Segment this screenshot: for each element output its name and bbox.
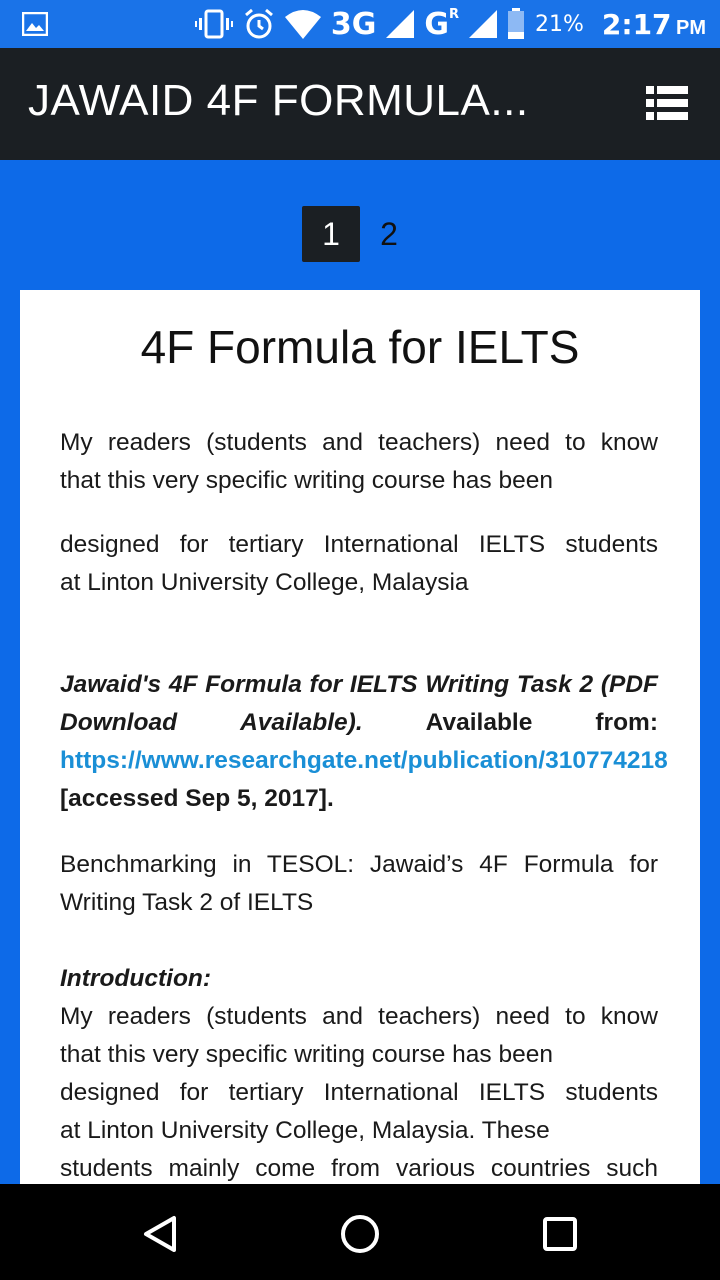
page-1-button[interactable]: 1 [302, 206, 360, 262]
signal-icon [386, 10, 415, 38]
clock-ampm: PM [676, 16, 706, 39]
signal-icon-2 [468, 10, 497, 38]
introduction-line-5: students mainly come from various countr… [60, 1155, 658, 1182]
battery-icon [507, 8, 524, 39]
citation-title-line-1: Jawaid's 4F Formula for IELTS Writing Ta… [60, 671, 658, 698]
status-bar: 3G GR 21% 2:17 PM [0, 0, 720, 48]
alarm-icon [244, 8, 273, 39]
network-3g-label: 3G [330, 6, 377, 42]
back-icon[interactable] [138, 1212, 182, 1256]
citation-accessed: [accessed Sep 5, 2017]. [60, 785, 334, 812]
paragraph-3: Benchmarking in TESOL: Jawaid’s 4F Formu… [60, 846, 658, 922]
introduction-section: Introduction: My readers (students and t… [60, 960, 658, 1188]
introduction-line-2: that this very specific writing course h… [60, 1041, 553, 1068]
home-icon[interactable] [338, 1212, 382, 1256]
introduction-heading: Introduction: [60, 965, 212, 992]
app-bar: JAWAID 4F FORMULA... [0, 48, 720, 160]
roaming-label: R [448, 6, 459, 22]
gallery-notification-icon [22, 12, 48, 36]
recents-icon[interactable] [538, 1212, 582, 1256]
clock-time: 2:17 [601, 7, 672, 41]
wifi-icon [284, 10, 321, 39]
article-card: 4F Formula for IELTS My readers (student… [20, 290, 700, 1190]
navigation-bar [0, 1184, 720, 1280]
article-title: 4F Formula for IELTS [140, 321, 580, 373]
citation-link-line: https://www.researchgate.net/publication… [60, 742, 668, 780]
citation-available: Available [425, 709, 533, 736]
vibrate-icon [194, 9, 233, 39]
paragraph-1: My readers (students and teachers) need … [60, 424, 658, 500]
paragraph-1-line-1: My readers (students and teachers) need … [60, 429, 658, 456]
paragraph-2: designed for tertiary International IELT… [60, 526, 658, 602]
researchgate-link[interactable]: https://www.researchgate.net/publication… [60, 747, 668, 774]
network-g-label: GR [424, 6, 459, 42]
paragraph-2-line-1: designed for tertiary International IELT… [60, 531, 658, 558]
battery-percent: 21% [534, 11, 584, 37]
clock: 2:17 PM [602, 8, 706, 41]
introduction-line-4: at Linton University College, Malaysia. … [60, 1117, 550, 1144]
paragraph-3-line-1: Benchmarking in TESOL: Jawaid’s 4F Formu… [60, 851, 658, 878]
citation-available-paren: Available). [240, 709, 363, 736]
introduction-line-3: designed for tertiary International IELT… [60, 1079, 658, 1106]
page-2-button[interactable]: 2 [360, 206, 418, 262]
paragraph-1-line-2: that this very specific writing course h… [60, 467, 553, 494]
app-title: JAWAID 4F FORMULA... [28, 76, 529, 125]
citation-from: from: [595, 709, 658, 736]
status-icons: 3G GR 21% 2:17 PM [194, 0, 706, 48]
pagination: 1 2 [302, 206, 418, 262]
introduction-line-1: My readers (students and teachers) need … [60, 1003, 658, 1030]
citation-line-2: Download Available). Available from: [60, 704, 658, 742]
list-menu-icon[interactable] [646, 84, 688, 122]
paragraph-3-line-2: Writing Task 2 of IELTS [60, 889, 314, 916]
citation: Jawaid's 4F Formula for IELTS Writing Ta… [60, 666, 668, 818]
citation-download: Download [60, 709, 178, 736]
paragraph-2-line-2: at Linton University College, Malaysia [60, 569, 469, 596]
